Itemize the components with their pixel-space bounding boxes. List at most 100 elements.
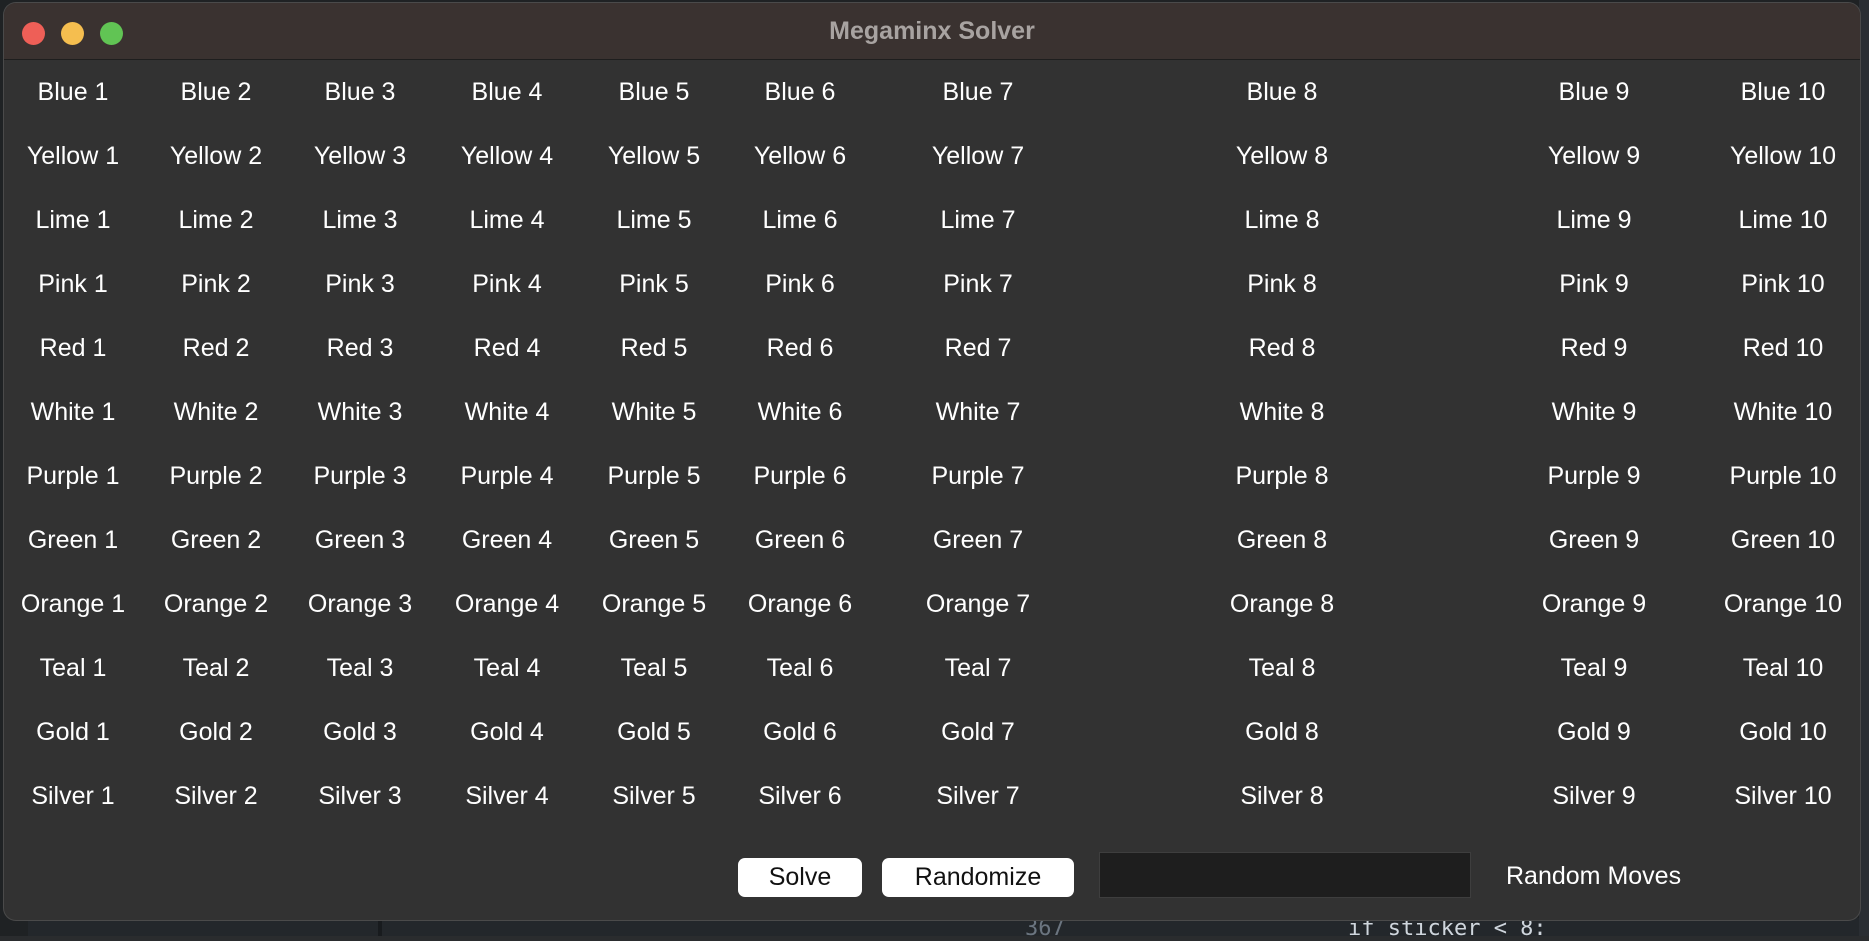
sticker-button[interactable]: Teal 2 (183, 653, 250, 683)
sticker-button[interactable]: Green 10 (1731, 525, 1835, 555)
sticker-button[interactable]: Green 9 (1549, 525, 1639, 555)
sticker-button[interactable]: Purple 1 (26, 461, 119, 491)
sticker-button[interactable]: Silver 6 (758, 781, 841, 811)
sticker-button[interactable]: Pink 2 (181, 269, 250, 299)
sticker-button[interactable]: Blue 4 (472, 77, 543, 107)
sticker-button[interactable]: Green 3 (315, 525, 405, 555)
sticker-button[interactable]: Orange 8 (1230, 589, 1334, 619)
sticker-button[interactable]: Silver 1 (31, 781, 114, 811)
sticker-button[interactable]: Pink 9 (1559, 269, 1628, 299)
randomize-button[interactable]: Randomize (882, 858, 1074, 897)
sticker-button[interactable]: Gold 5 (617, 717, 691, 747)
sticker-button[interactable]: Red 8 (1249, 333, 1316, 363)
sticker-button[interactable]: Purple 7 (931, 461, 1024, 491)
sticker-button[interactable]: Silver 10 (1734, 781, 1831, 811)
sticker-button[interactable]: Gold 7 (941, 717, 1015, 747)
sticker-button[interactable]: Blue 8 (1247, 77, 1318, 107)
sticker-button[interactable]: Orange 2 (164, 589, 268, 619)
sticker-button[interactable]: Yellow 10 (1730, 141, 1836, 171)
sticker-button[interactable]: Orange 9 (1542, 589, 1646, 619)
sticker-button[interactable]: White 6 (758, 397, 843, 427)
sticker-button[interactable]: Silver 9 (1552, 781, 1635, 811)
sticker-button[interactable]: Blue 7 (943, 77, 1014, 107)
sticker-button[interactable]: Yellow 9 (1548, 141, 1640, 171)
sticker-button[interactable]: Teal 3 (327, 653, 394, 683)
sticker-button[interactable]: Purple 5 (607, 461, 700, 491)
sticker-button[interactable]: Orange 1 (21, 589, 125, 619)
sticker-button[interactable]: Lime 5 (616, 205, 691, 235)
sticker-button[interactable]: White 2 (174, 397, 259, 427)
sticker-button[interactable]: Orange 5 (602, 589, 706, 619)
sticker-button[interactable]: Blue 5 (619, 77, 690, 107)
sticker-button[interactable]: Orange 10 (1724, 589, 1842, 619)
sticker-button[interactable]: Gold 3 (323, 717, 397, 747)
sticker-button[interactable]: Red 2 (183, 333, 250, 363)
sticker-button[interactable]: Lime 10 (1739, 205, 1828, 235)
sticker-button[interactable]: Red 4 (474, 333, 541, 363)
sticker-button[interactable]: Blue 10 (1741, 77, 1826, 107)
sticker-button[interactable]: White 8 (1240, 397, 1325, 427)
sticker-button[interactable]: Green 5 (609, 525, 699, 555)
sticker-button[interactable]: Green 2 (171, 525, 261, 555)
sticker-button[interactable]: Green 4 (462, 525, 552, 555)
sticker-button[interactable]: Red 7 (945, 333, 1012, 363)
solve-button[interactable]: Solve (738, 858, 862, 897)
sticker-button[interactable]: Purple 2 (169, 461, 262, 491)
sticker-button[interactable]: White 3 (318, 397, 403, 427)
sticker-button[interactable]: Teal 5 (621, 653, 688, 683)
sticker-button[interactable]: Silver 4 (465, 781, 548, 811)
sticker-button[interactable]: Gold 10 (1739, 717, 1827, 747)
sticker-button[interactable]: Yellow 2 (170, 141, 262, 171)
random-moves-input[interactable] (1099, 852, 1471, 898)
sticker-button[interactable]: Purple 6 (753, 461, 846, 491)
sticker-button[interactable]: Pink 4 (472, 269, 541, 299)
sticker-button[interactable]: Purple 3 (313, 461, 406, 491)
sticker-button[interactable]: Red 10 (1743, 333, 1824, 363)
sticker-button[interactable]: White 4 (465, 397, 550, 427)
sticker-button[interactable]: White 5 (612, 397, 697, 427)
sticker-button[interactable]: Pink 1 (38, 269, 107, 299)
sticker-button[interactable]: Red 6 (767, 333, 834, 363)
sticker-button[interactable]: Teal 10 (1743, 653, 1824, 683)
sticker-button[interactable]: Lime 4 (469, 205, 544, 235)
sticker-button[interactable]: Silver 7 (936, 781, 1019, 811)
sticker-button[interactable]: Silver 2 (174, 781, 257, 811)
sticker-button[interactable]: Blue 6 (765, 77, 836, 107)
sticker-button[interactable]: Gold 2 (179, 717, 253, 747)
sticker-button[interactable]: Teal 4 (474, 653, 541, 683)
sticker-button[interactable]: Lime 6 (762, 205, 837, 235)
sticker-button[interactable]: Yellow 7 (932, 141, 1024, 171)
sticker-button[interactable]: Gold 6 (763, 717, 837, 747)
sticker-button[interactable]: Silver 3 (318, 781, 401, 811)
sticker-button[interactable]: White 9 (1552, 397, 1637, 427)
sticker-button[interactable]: Green 8 (1237, 525, 1327, 555)
sticker-button[interactable]: Pink 7 (943, 269, 1012, 299)
sticker-button[interactable]: Red 1 (40, 333, 107, 363)
sticker-button[interactable]: Purple 10 (1729, 461, 1836, 491)
sticker-button[interactable]: Gold 1 (36, 717, 110, 747)
sticker-button[interactable]: Silver 8 (1240, 781, 1323, 811)
sticker-button[interactable]: Red 5 (621, 333, 688, 363)
sticker-button[interactable]: Yellow 1 (27, 141, 119, 171)
sticker-button[interactable]: Purple 9 (1547, 461, 1640, 491)
sticker-button[interactable]: Pink 8 (1247, 269, 1316, 299)
sticker-button[interactable]: Green 7 (933, 525, 1023, 555)
sticker-button[interactable]: Purple 4 (460, 461, 553, 491)
sticker-button[interactable]: Blue 2 (181, 77, 252, 107)
sticker-button[interactable]: Teal 8 (1249, 653, 1316, 683)
sticker-button[interactable]: Orange 7 (926, 589, 1030, 619)
sticker-button[interactable]: Gold 4 (470, 717, 544, 747)
sticker-button[interactable]: Pink 10 (1741, 269, 1824, 299)
sticker-button[interactable]: White 1 (31, 397, 116, 427)
sticker-button[interactable]: White 10 (1734, 397, 1833, 427)
sticker-button[interactable]: Lime 9 (1556, 205, 1631, 235)
sticker-button[interactable]: Teal 6 (767, 653, 834, 683)
sticker-button[interactable]: Yellow 4 (461, 141, 553, 171)
sticker-button[interactable]: Orange 6 (748, 589, 852, 619)
sticker-button[interactable]: Red 3 (327, 333, 394, 363)
sticker-button[interactable]: Blue 9 (1559, 77, 1630, 107)
sticker-button[interactable]: Green 6 (755, 525, 845, 555)
sticker-button[interactable]: Pink 6 (765, 269, 834, 299)
sticker-button[interactable]: Pink 3 (325, 269, 394, 299)
sticker-button[interactable]: Blue 1 (38, 77, 109, 107)
